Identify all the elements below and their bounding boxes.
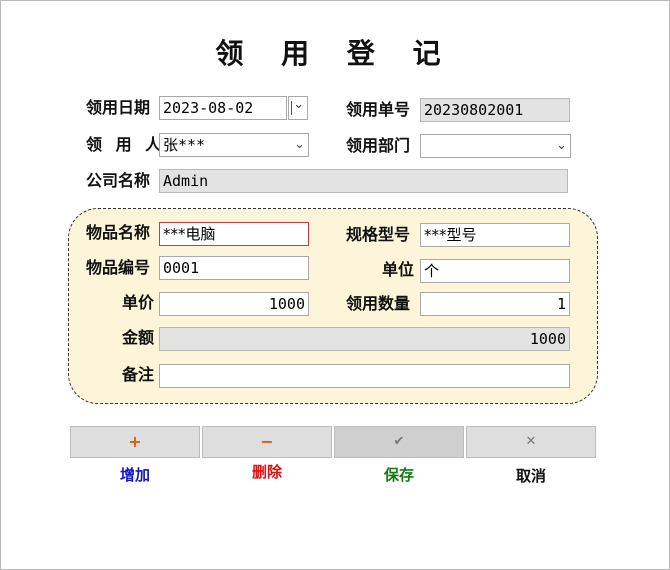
cursor-mark — [291, 101, 292, 115]
company-label: 公司名称 — [86, 171, 151, 190]
qty-label: 领用数量 — [346, 294, 411, 313]
amount-field[interactable]: 1000 — [159, 327, 570, 351]
note-label: 备注 — [121, 365, 154, 384]
page-title: 领 用 登 记 — [215, 37, 455, 70]
item-code-field[interactable]: 0001 — [159, 256, 309, 280]
check-icon: ✔ — [393, 434, 405, 449]
item-code-label: 物品编号 — [86, 258, 151, 277]
delete-button[interactable]: − — [202, 426, 332, 458]
unit-field[interactable]: 个 — [420, 259, 570, 283]
add-button[interactable]: + — [70, 426, 200, 458]
plus-icon: + — [128, 432, 142, 451]
date-picker-button[interactable]: ⌄ — [288, 96, 308, 120]
item-name-field[interactable]: ***电脑 — [159, 222, 309, 246]
delete-button-label[interactable]: 删除 — [202, 461, 332, 482]
price-field[interactable]: 1000 — [159, 292, 309, 316]
company-field[interactable]: Admin — [159, 169, 568, 193]
unit-label: 单位 — [381, 260, 414, 279]
order-no-field[interactable]: 20230802001 — [420, 98, 570, 122]
dept-select[interactable]: ⌄ — [420, 134, 571, 158]
add-button-label[interactable]: 增加 — [70, 464, 200, 485]
qty-field[interactable]: 1 — [420, 292, 570, 316]
dept-label: 领用部门 — [346, 136, 411, 155]
save-button-label[interactable]: 保存 — [334, 464, 464, 485]
chevron-down-icon: ⌄ — [293, 97, 304, 112]
item-name-label: 物品名称 — [86, 223, 151, 242]
cancel-button-label[interactable]: 取消 — [466, 465, 596, 486]
person-label: 领 用 人 — [86, 135, 166, 154]
price-label: 单价 — [121, 293, 154, 312]
chevron-down-icon: ⌄ — [556, 138, 567, 153]
minus-icon: − — [260, 432, 274, 451]
spec-label: 规格型号 — [346, 225, 411, 244]
chevron-down-icon: ⌄ — [294, 137, 305, 152]
date-label: 领用日期 — [86, 98, 151, 117]
save-button[interactable]: ✔ — [334, 426, 464, 458]
person-select[interactable]: 张*** ⌄ — [159, 133, 309, 157]
cancel-button[interactable]: ✕ — [466, 426, 596, 458]
order-no-label: 领用单号 — [346, 100, 411, 119]
close-icon: ✕ — [525, 434, 537, 449]
note-field[interactable] — [159, 364, 570, 388]
amount-label: 金额 — [121, 328, 154, 347]
date-field[interactable]: 2023-08-02 — [159, 96, 287, 120]
spec-field[interactable]: ***型号 — [420, 223, 570, 247]
person-select-value: 张*** — [163, 136, 206, 154]
